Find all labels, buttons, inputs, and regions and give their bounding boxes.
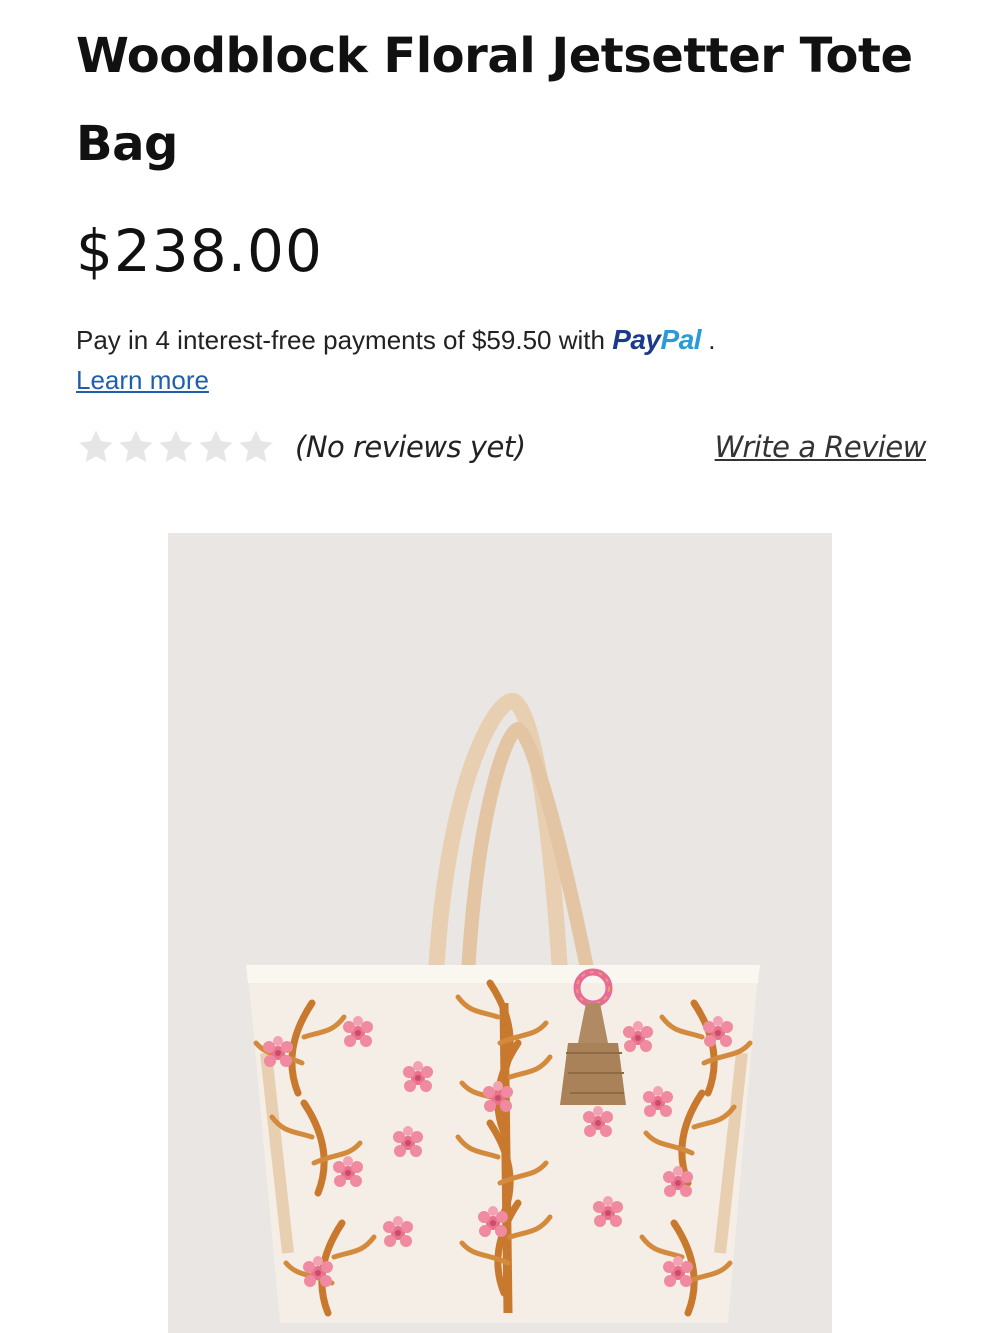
learn-more-link[interactable]: Learn more <box>76 362 209 398</box>
star-icon <box>236 428 276 466</box>
paypal-logo: PayPal <box>612 324 701 355</box>
rating-row: (No reviews yet) Write a Review <box>76 428 927 468</box>
star-icon <box>196 428 236 466</box>
tote-bag-illustration <box>168 533 832 1333</box>
paypal-logo-pay: Pay <box>612 324 661 355</box>
star-icon <box>156 428 196 466</box>
star-rating <box>76 428 276 466</box>
paypal-installment-message: Pay in 4 interest-free payments of $59.5… <box>76 320 716 360</box>
paypal-logo-pal: Pal <box>660 324 702 355</box>
installment-trailing: . <box>701 325 716 355</box>
product-image[interactable] <box>168 533 832 1333</box>
star-icon <box>116 428 156 466</box>
write-review-link[interactable]: Write a Review <box>715 430 927 464</box>
product-title: Woodblock Floral Jetsetter Tote Bag <box>76 28 913 172</box>
review-count-text: (No reviews yet) <box>295 430 526 464</box>
star-icon <box>76 428 116 466</box>
product-price: $238.00 <box>76 217 323 285</box>
installment-text: Pay in 4 interest-free payments of $59.5… <box>76 325 613 355</box>
